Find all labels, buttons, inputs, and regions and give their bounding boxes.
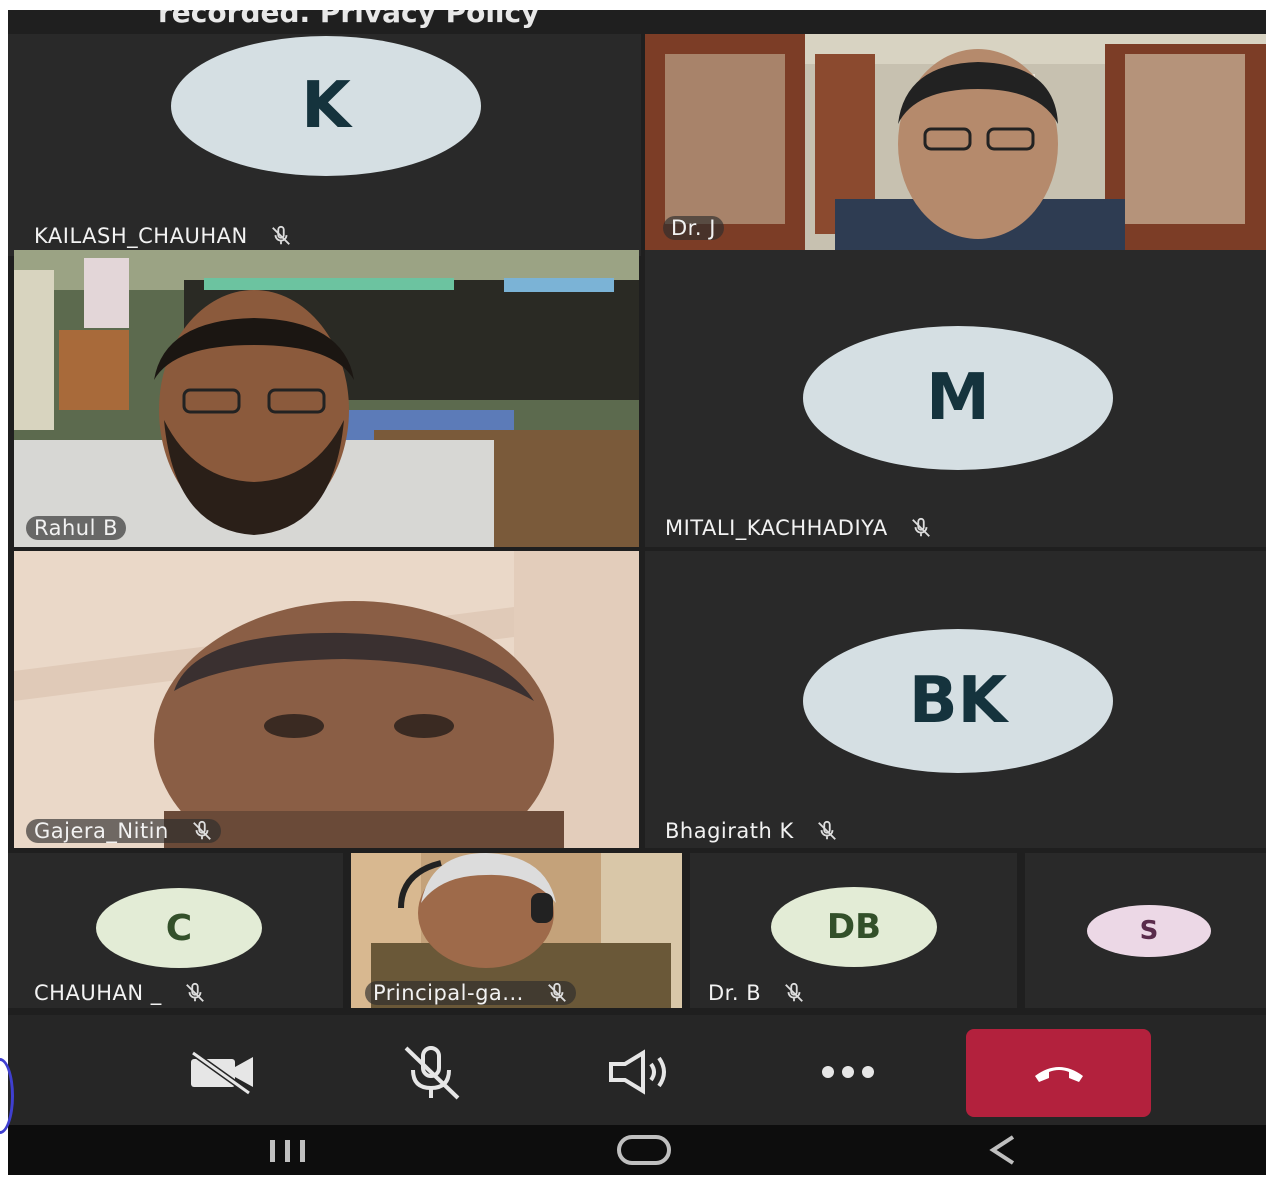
end-call-icon xyxy=(1034,1067,1083,1082)
recents-button[interactable] xyxy=(248,1125,328,1175)
participant-name-label: Gajera_Nitin xyxy=(26,819,221,843)
participant-name: CHAUHAN _ xyxy=(34,981,162,1005)
camera-off-icon xyxy=(191,1050,253,1095)
participant-tile-kailash[interactable]: K KAILASH_CHAUHAN xyxy=(8,34,641,256)
home-icon xyxy=(617,1135,671,1165)
participant-name-label: Bhagirath K xyxy=(665,819,838,843)
more-options-button[interactable] xyxy=(803,1037,893,1107)
participant-tile-rahul[interactable]: Rahul B xyxy=(14,250,639,547)
participant-tile-mitali[interactable]: M MITALI_KACHHADIYA xyxy=(645,250,1266,547)
participant-name: MITALI_KACHHADIYA xyxy=(665,516,888,540)
camera-toggle-button[interactable] xyxy=(178,1037,268,1107)
participant-name: Gajera_Nitin xyxy=(34,819,169,843)
participant-tile-dr-b[interactable]: DB Dr. B xyxy=(690,853,1017,1008)
participant-name: Rahul B xyxy=(34,516,119,540)
mic-muted-icon xyxy=(817,820,836,840)
participant-name-label: Dr. J xyxy=(663,216,724,240)
video-feed xyxy=(14,551,639,848)
avatar: K xyxy=(171,36,481,176)
avatar: S xyxy=(1087,905,1211,957)
participant-name-label: CHAUHAN _ xyxy=(34,981,206,1005)
recents-icon xyxy=(270,1140,305,1162)
participant-name: Bhagirath K xyxy=(665,819,794,843)
participant-name: Dr. J xyxy=(671,216,716,240)
system-navigation-bar xyxy=(8,1125,1266,1175)
video-feed xyxy=(645,34,1266,256)
participant-name-label: Dr. B xyxy=(708,981,805,1005)
video-feed xyxy=(14,250,639,547)
mic-muted-icon xyxy=(185,982,204,1002)
mic-muted-icon xyxy=(192,820,211,840)
mic-muted-icon xyxy=(271,225,290,245)
mic-off-icon xyxy=(404,1046,460,1100)
back-button[interactable] xyxy=(963,1125,1043,1175)
mic-toggle-button[interactable] xyxy=(386,1037,476,1107)
avatar: M xyxy=(803,326,1113,470)
participant-tile-dr-j[interactable]: Dr. J xyxy=(645,34,1266,256)
speaker-button[interactable] xyxy=(596,1037,686,1107)
call-controls-toolbar xyxy=(8,1015,1266,1125)
participant-tile-s[interactable]: S xyxy=(1025,853,1266,1008)
mic-muted-icon xyxy=(911,517,930,537)
mic-muted-icon xyxy=(785,982,804,1002)
end-call-button[interactable] xyxy=(966,1029,1151,1117)
meeting-screen: recorded. Privacy Policy K KAILASH_CHAUH… xyxy=(8,10,1266,1175)
home-button[interactable] xyxy=(604,1125,684,1175)
speaker-icon xyxy=(609,1049,666,1095)
participant-tile-principal[interactable]: Principal-ga... xyxy=(351,853,682,1008)
participant-tile-bhagirath[interactable]: BK Bhagirath K xyxy=(645,551,1266,848)
mic-muted-icon xyxy=(547,982,566,1002)
participant-name-label: Rahul B xyxy=(26,516,127,540)
back-icon xyxy=(989,1135,1015,1165)
avatar: DB xyxy=(771,887,937,967)
more-icon xyxy=(822,1066,874,1078)
participant-name-label: Principal-ga... xyxy=(365,981,576,1005)
participant-tile-chauhan[interactable]: C CHAUHAN _ xyxy=(8,853,343,1008)
recording-banner: recorded. Privacy Policy xyxy=(158,10,540,29)
participant-name: Principal-ga... xyxy=(373,981,524,1005)
participant-name: KAILASH_CHAUHAN xyxy=(34,224,248,248)
participant-name-label: KAILASH_CHAUHAN xyxy=(34,224,292,248)
participant-name-label: MITALI_KACHHADIYA xyxy=(665,516,932,540)
participant-tile-gajera[interactable]: Gajera_Nitin xyxy=(14,551,639,848)
avatar: C xyxy=(96,888,262,968)
participant-name: Dr. B xyxy=(708,981,762,1005)
avatar: BK xyxy=(803,629,1113,773)
